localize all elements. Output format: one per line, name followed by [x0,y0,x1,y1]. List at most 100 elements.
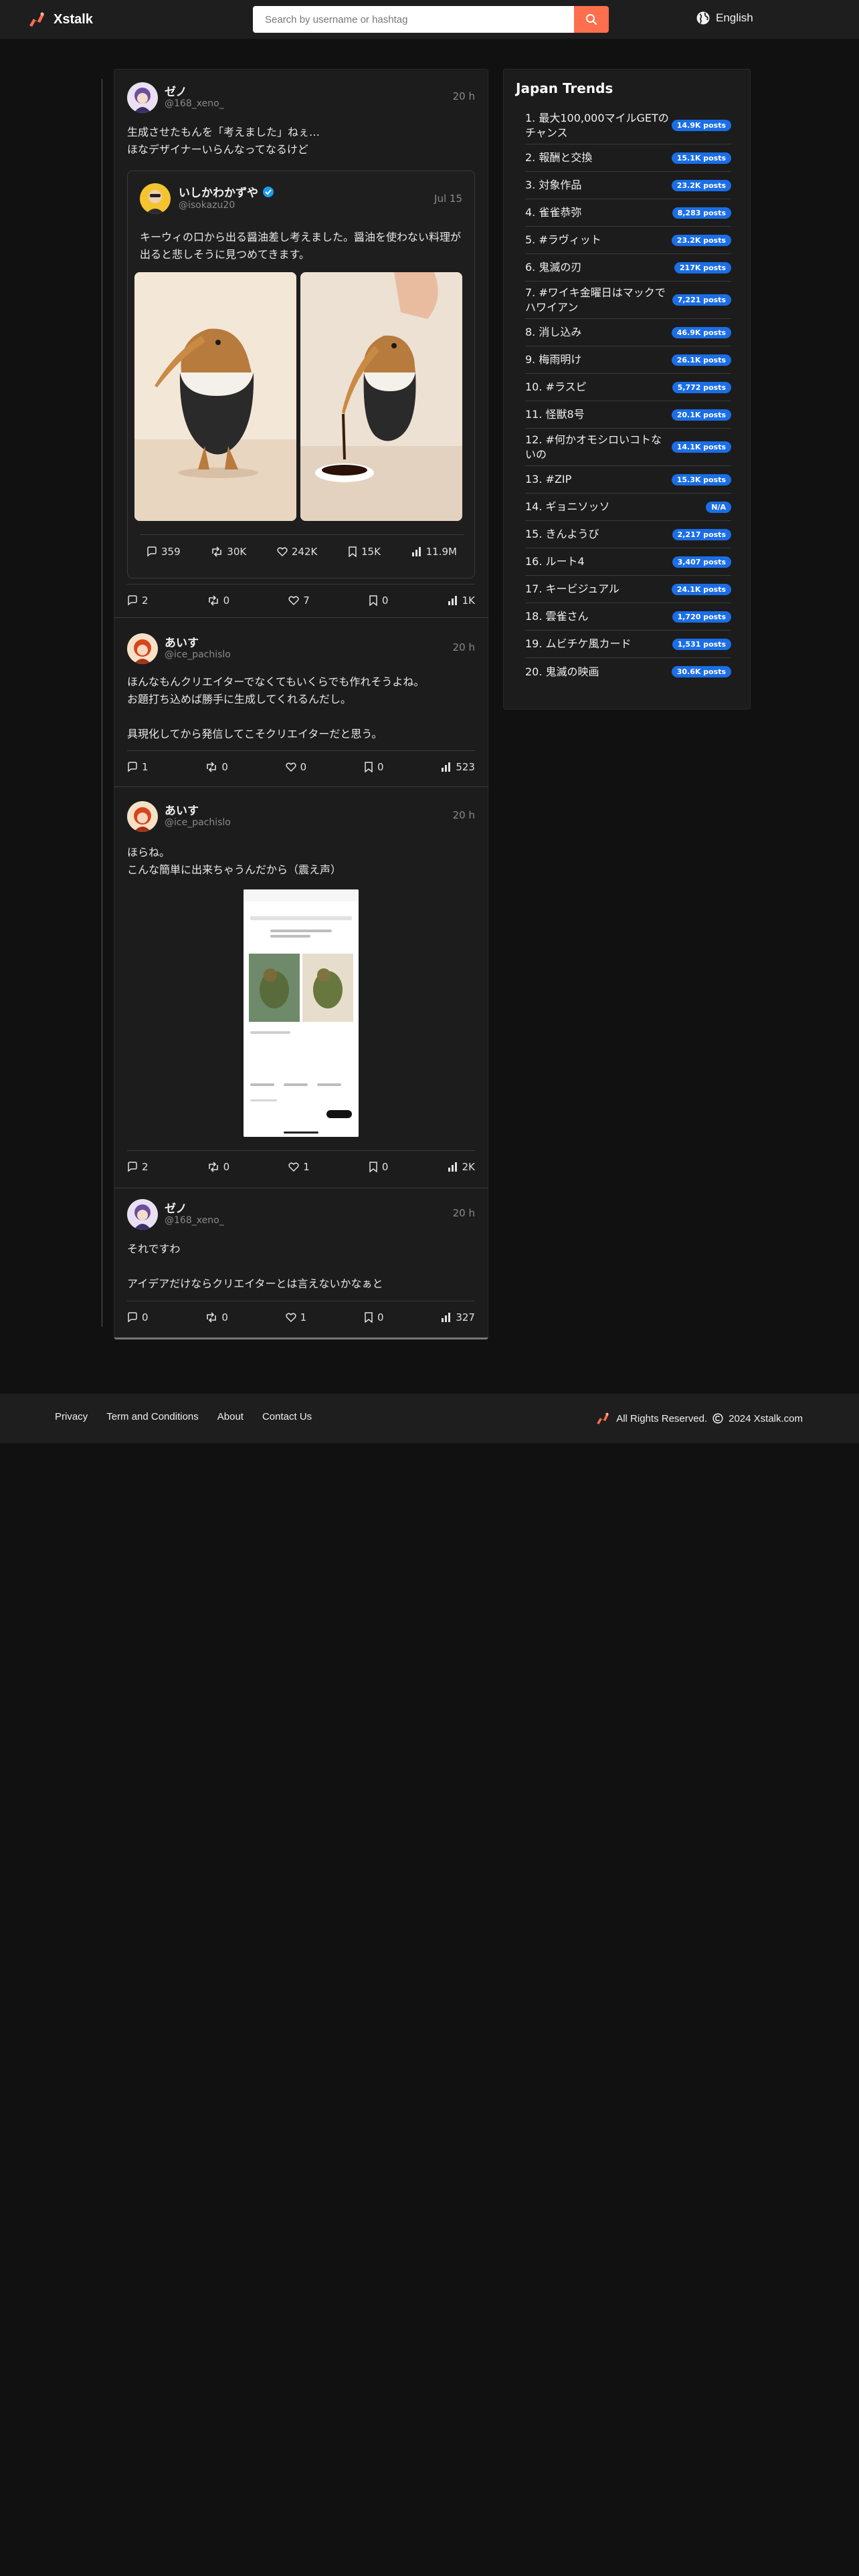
footer-link-about[interactable]: About [217,1411,244,1422]
quoted-user-name[interactable]: いしかわかずや [179,183,258,200]
bookmark-button[interactable]: 0 [369,595,388,607]
repost-count: 0 [221,760,228,773]
like-button[interactable]: 7 [288,595,310,607]
trend-item[interactable]: 11. 怪獣8号 20.1K posts [525,401,731,429]
repost-button[interactable]: 0 [207,595,229,607]
views-stat: 11.9M [411,546,457,558]
reply-count: 0 [142,1311,149,1323]
trend-item[interactable]: 6. 鬼滅の刃 217K posts [525,254,731,282]
like-button[interactable]: 0 [286,761,306,773]
bookmark-icon [365,761,373,772]
trend-item[interactable]: 2. 報酬と交換 15.1K posts [525,144,731,172]
brand-link[interactable]: Xstalk [27,9,93,29]
footer-link-terms[interactable]: Term and Conditions [106,1411,199,1422]
reply-button[interactable]: 2 [127,595,149,607]
bookmark-button[interactable]: 15K [348,546,381,558]
avatar[interactable] [127,801,158,832]
comment-icon [128,1161,137,1172]
trend-item[interactable]: 13. #ZIP 15.3K posts [525,466,731,494]
trend-item[interactable]: 10. #ラスピ 5,772 posts [525,374,731,401]
search-button[interactable] [574,6,609,33]
trend-item[interactable]: 9. 梅雨明け 26.1K posts [525,346,731,374]
reply-button[interactable]: 2 [127,1161,149,1173]
trend-label: 3. 対象作品 [525,179,582,191]
user-name[interactable]: あいす [165,801,199,818]
view-count: 327 [456,1311,475,1323]
trend-post-count: 3,407 posts [672,556,731,568]
user-handle[interactable]: @ice_pachislo [165,817,231,828]
trend-item[interactable]: 4. 雀雀恭弥 8,283 posts [525,199,731,227]
trend-item[interactable]: 7. #ワイキ金曜日はマックでハワイアン 7,221 posts [525,282,731,319]
trend-item[interactable]: 19. ムビチケ風カード 1,531 posts [525,631,731,658]
trend-item[interactable]: 20. 鬼滅の映画 30.6K posts [525,658,731,685]
reply-button[interactable]: 1 [127,761,149,773]
avatar[interactable] [127,1199,158,1230]
post-image[interactable] [134,272,296,521]
trend-post-count: 26.1K posts [671,354,731,366]
trend-item[interactable]: 16. ルート4 3,407 posts [525,548,731,576]
copyright-year: 2024 Xstalk.com [729,1412,803,1424]
trend-item[interactable]: 15. きんようび 2,217 posts [525,521,731,548]
trend-label: 15. きんようび [525,528,599,540]
language-label: English [716,11,753,24]
bookmark-button[interactable]: 0 [364,1311,384,1323]
bar-chart-icon [448,1162,457,1172]
language-selector[interactable]: English [696,11,753,25]
trend-item[interactable]: 5. #ラヴィット 23.2K posts [525,227,731,254]
user-name[interactable]: ゼノ [165,1199,187,1216]
trend-item[interactable]: 12. #何かオモシロいコトないの 14.1K posts [525,429,731,466]
user-name[interactable]: ゼノ [165,82,187,99]
bookmark-icon [349,546,357,557]
trend-item[interactable]: 8. 消し込み 46.9K posts [525,319,731,346]
bookmark-button[interactable]: 0 [369,1161,388,1173]
post-time: 20 h [452,641,475,653]
footer-link-contact[interactable]: Contact Us [262,1411,312,1422]
user-handle[interactable]: @168_xeno_ [165,98,224,109]
trend-label: 14. ギョニソッソ [525,500,610,513]
bookmark-count: 0 [377,1311,384,1323]
trend-post-count: 14.1K posts [671,441,731,453]
user-name[interactable]: あいす [165,633,199,650]
trend-item[interactable]: 3. 対象作品 23.2K posts [525,172,731,199]
search-icon [586,14,597,25]
repost-button[interactable]: 0 [205,1311,228,1323]
repost-button[interactable]: 0 [207,1161,229,1173]
like-button[interactable]: 1 [288,1161,310,1173]
user-handle[interactable]: @ice_pachislo [165,649,231,660]
user-handle[interactable]: @168_xeno_ [165,1215,224,1226]
trend-item[interactable]: 17. キービジュアル 24.1K posts [525,576,731,603]
quoted-post[interactable]: いしかわかずや @isokazu20 Jul 15 キーウィの口から出る醤油差し… [127,171,475,578]
copyright-icon [712,1413,723,1424]
bookmark-button[interactable]: 0 [364,761,384,773]
reply-button[interactable]: 359 [147,546,181,558]
avatar-image [127,801,158,832]
like-button[interactable]: 242K [277,546,317,558]
avatar-image [127,633,158,664]
repost-icon [212,546,222,557]
trend-item[interactable]: 14. ギョニソッソ N/A [525,494,731,521]
comment-icon [147,546,157,556]
trend-label: 9. 梅雨明け [525,353,582,366]
post-image[interactable] [244,889,359,1137]
post-text: ほんなもんクリエイターでなくてもいくらでも作れそうよね。 お題打ち込めば勝手に生… [127,675,425,740]
like-button[interactable]: 1 [286,1311,306,1323]
repost-button[interactable]: 0 [205,761,228,773]
post-text: ほらね。 こんな簡単に出来ちゃうんだから（震え声） [127,846,342,876]
quoted-user-handle[interactable]: @isokazu20 [179,200,235,211]
trend-label: 2. 報酬と交換 [525,151,593,164]
trend-post-count: 15.3K posts [671,473,731,486]
avatar[interactable] [127,82,158,113]
footer-link-privacy[interactable]: Privacy [55,1411,88,1422]
heart-icon [286,1312,296,1322]
reply-button[interactable]: 0 [127,1311,149,1323]
repost-button[interactable]: 30K [211,546,246,558]
trend-item[interactable]: 18. 雲雀さん 1,720 posts [525,603,731,631]
post-image[interactable] [300,272,462,521]
phone-screenshot-image [244,889,359,1137]
search-input[interactable] [253,6,574,33]
avatar[interactable] [127,633,158,664]
trend-item[interactable]: 1. 最大100,000マイルGETのチャンス 14.9K posts [525,107,731,144]
trend-post-count: 1,720 posts [672,611,731,623]
trend-label: 8. 消し込み [525,326,582,338]
avatar[interactable] [140,183,171,214]
